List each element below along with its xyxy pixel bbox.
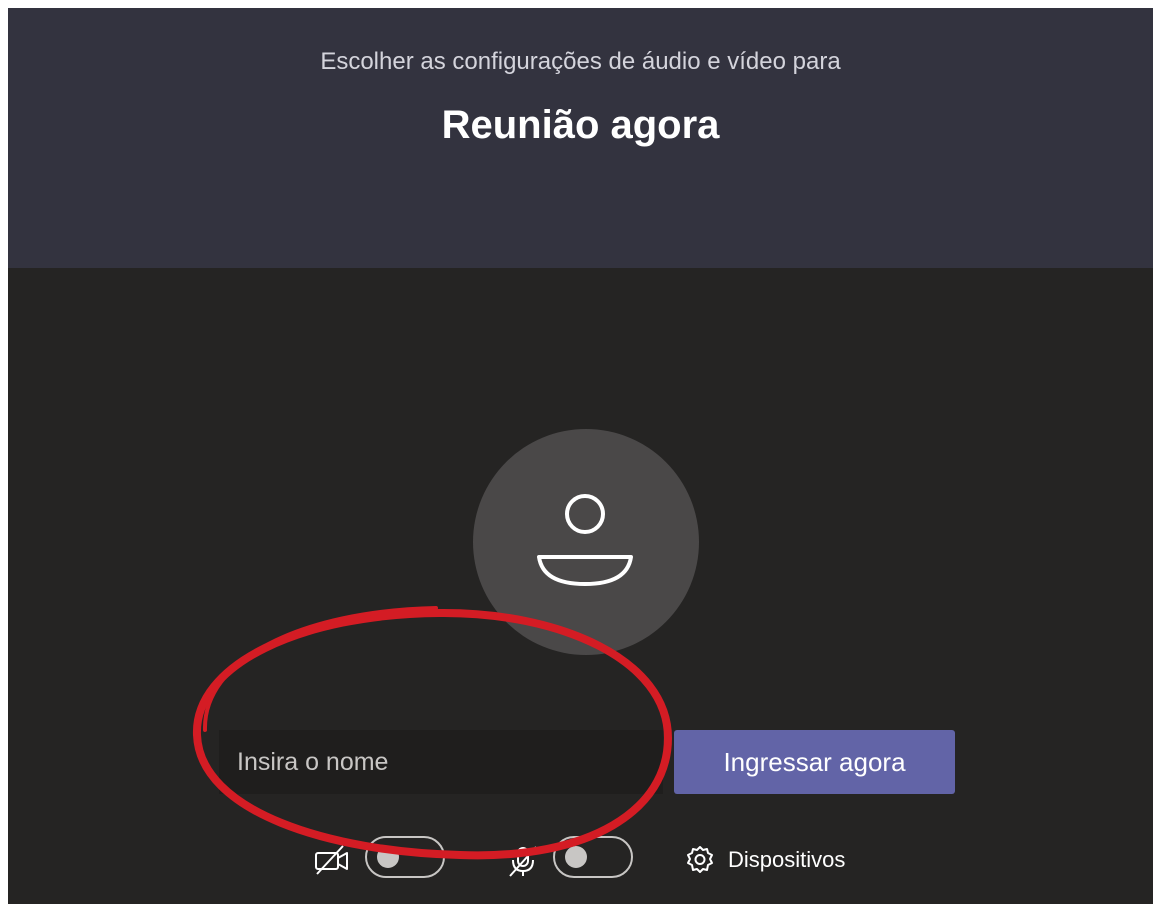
microphone-toggle-knob xyxy=(565,846,587,868)
prejoin-window: Escolher as configurações de áudio e víd… xyxy=(8,8,1153,904)
camera-off-icon xyxy=(315,845,348,875)
page-title: Reunião agora xyxy=(441,103,720,147)
avatar xyxy=(473,429,699,655)
microphone-toggle[interactable] xyxy=(553,836,633,878)
page-subtitle: Escolher as configurações de áudio e víd… xyxy=(320,48,841,75)
camera-toggle[interactable] xyxy=(365,836,445,878)
devices-label: Dispositivos xyxy=(728,847,846,872)
gear-icon xyxy=(687,846,713,873)
name-input[interactable] xyxy=(219,730,663,794)
devices-button[interactable]: Dispositivos xyxy=(684,840,845,880)
person-icon xyxy=(537,494,633,586)
mic-off-icon xyxy=(509,846,537,877)
header: Escolher as configurações de áudio e víd… xyxy=(8,8,1153,268)
camera-toggle-knob xyxy=(377,846,399,868)
join-now-button[interactable]: Ingressar agora xyxy=(674,730,955,794)
